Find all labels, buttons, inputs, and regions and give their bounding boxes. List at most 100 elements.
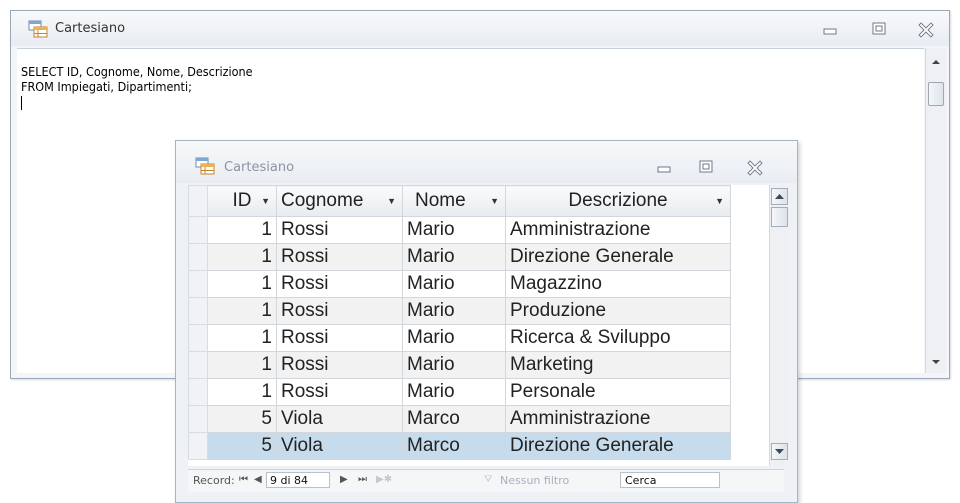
- row-selector[interactable]: [188, 243, 208, 271]
- last-record-icon[interactable]: ⏭: [358, 474, 367, 485]
- table-row[interactable]: 1 Rossi Mario Magazzino: [188, 270, 731, 298]
- cell-descrizione[interactable]: Direzione Generale: [505, 243, 731, 271]
- cell-cognome[interactable]: Rossi: [276, 270, 403, 298]
- cell-descrizione[interactable]: Amministrazione: [505, 216, 731, 244]
- dropdown-arrow-icon[interactable]: ▼: [387, 196, 396, 206]
- cell-nome[interactable]: Mario: [402, 216, 506, 244]
- close-icon[interactable]: [744, 157, 766, 177]
- cell-nome[interactable]: Mario: [402, 297, 506, 325]
- first-record-icon[interactable]: ⏮: [239, 474, 248, 485]
- sql-window-title: Cartesiano: [55, 21, 126, 36]
- cell-cognome[interactable]: Rossi: [276, 324, 403, 352]
- cell-nome[interactable]: Mario: [402, 243, 506, 271]
- cell-descrizione[interactable]: Marketing: [505, 351, 731, 379]
- cell-cognome[interactable]: Viola: [276, 432, 403, 460]
- sql-vertical-scrollbar[interactable]: [925, 48, 946, 373]
- maximize-icon[interactable]: [868, 19, 890, 39]
- cell-nome[interactable]: Marco: [402, 432, 506, 460]
- cell-id[interactable]: 1: [207, 243, 277, 271]
- cell-cognome[interactable]: Viola: [276, 405, 403, 433]
- scroll-down-icon[interactable]: [931, 358, 941, 366]
- cell-nome[interactable]: Mario: [402, 351, 506, 379]
- column-header-label: Nome: [415, 190, 466, 211]
- previous-record-icon[interactable]: ◀: [254, 474, 262, 485]
- query-icon: [28, 20, 48, 38]
- new-record-icon[interactable]: ▶✱: [376, 474, 392, 485]
- cell-descrizione[interactable]: Amministrazione: [505, 405, 731, 433]
- cell-cognome[interactable]: Rossi: [276, 243, 403, 271]
- next-record-icon[interactable]: ▶: [340, 474, 348, 485]
- filter-status[interactable]: Nessun filtro: [500, 474, 569, 487]
- text-caret: [21, 96, 22, 110]
- cell-id[interactable]: 1: [207, 351, 277, 379]
- minimize-icon[interactable]: [819, 19, 841, 39]
- table-row[interactable]: 1 Rossi Mario Direzione Generale: [188, 243, 731, 271]
- table-row[interactable]: 5 Viola Marco Amministrazione: [188, 405, 731, 433]
- row-selector[interactable]: [188, 378, 208, 406]
- cell-id[interactable]: 5: [207, 432, 277, 460]
- cell-descrizione[interactable]: Ricerca & Sviluppo: [505, 324, 731, 352]
- cell-id[interactable]: 1: [207, 297, 277, 325]
- cell-descrizione[interactable]: Personale: [505, 378, 731, 406]
- sql-window-title-bar[interactable]: Cartesiano: [11, 11, 949, 46]
- row-selector[interactable]: [188, 324, 208, 352]
- grid-vertical-scrollbar[interactable]: [769, 185, 789, 466]
- scroll-up-icon[interactable]: [931, 58, 941, 66]
- header-row: ID ▼ Cognome ▼ Nome ▼ Descrizione ▼: [188, 185, 731, 217]
- cell-cognome[interactable]: Rossi: [276, 378, 403, 406]
- table-row[interactable]: 1 Rossi Mario Ricerca & Sviluppo: [188, 324, 731, 352]
- search-input[interactable]: Cerca: [620, 472, 720, 488]
- sql-line: FROM Impiegati, Dipartimenti;: [21, 79, 192, 94]
- cell-id[interactable]: 1: [207, 216, 277, 244]
- column-header-nome[interactable]: Nome ▼: [402, 185, 506, 217]
- datasheet-grid: ID ▼ Cognome ▼ Nome ▼ Descrizione ▼ 1 Ro…: [188, 185, 784, 466]
- cell-id[interactable]: 1: [207, 378, 277, 406]
- cell-descrizione[interactable]: Magazzino: [505, 270, 731, 298]
- current-record-field[interactable]: 9 di 84: [266, 472, 330, 488]
- cell-descrizione[interactable]: Direzione Generale: [505, 432, 731, 460]
- table-row[interactable]: 1 Rossi Mario Amministrazione: [188, 216, 731, 244]
- cell-descrizione[interactable]: Produzione: [505, 297, 731, 325]
- cell-nome[interactable]: Marco: [402, 405, 506, 433]
- datasheet-table: ID ▼ Cognome ▼ Nome ▼ Descrizione ▼ 1 Ro…: [188, 185, 731, 460]
- row-selector[interactable]: [188, 405, 208, 433]
- row-selector[interactable]: [188, 432, 208, 460]
- column-header-descrizione[interactable]: Descrizione ▼: [505, 185, 731, 217]
- grid-scroll-thumb[interactable]: [771, 207, 788, 227]
- cell-cognome[interactable]: Rossi: [276, 297, 403, 325]
- table-row-current[interactable]: 5 Viola Marco Direzione Generale: [188, 432, 731, 460]
- minimize-icon[interactable]: [653, 157, 675, 177]
- cell-nome[interactable]: Mario: [402, 378, 506, 406]
- row-selector[interactable]: [188, 351, 208, 379]
- grid-scroll-up-button[interactable]: [771, 188, 788, 205]
- dropdown-arrow-icon[interactable]: ▼: [261, 196, 270, 206]
- column-header-label: Descrizione: [568, 190, 668, 211]
- table-row[interactable]: 1 Rossi Mario Personale: [188, 378, 731, 406]
- cell-id[interactable]: 1: [207, 324, 277, 352]
- column-header-cognome[interactable]: Cognome ▼: [276, 185, 403, 217]
- cell-nome[interactable]: Mario: [402, 270, 506, 298]
- cell-nome[interactable]: Mario: [402, 324, 506, 352]
- row-selector[interactable]: [188, 270, 208, 298]
- table-row[interactable]: 1 Rossi Mario Produzione: [188, 297, 731, 325]
- cell-id[interactable]: 1: [207, 270, 277, 298]
- maximize-icon[interactable]: [695, 157, 717, 177]
- close-icon[interactable]: [915, 19, 937, 39]
- cell-id[interactable]: 5: [207, 405, 277, 433]
- sql-line: SELECT ID, Cognome, Nome, Descrizione: [21, 64, 253, 79]
- row-selector[interactable]: [188, 297, 208, 325]
- table-row[interactable]: 1 Rossi Mario Marketing: [188, 351, 731, 379]
- datasheet-title-bar[interactable]: Cartesiano: [176, 141, 797, 183]
- column-header-id[interactable]: ID ▼: [207, 185, 277, 217]
- cell-cognome[interactable]: Rossi: [276, 216, 403, 244]
- scroll-thumb[interactable]: [928, 82, 944, 106]
- datasheet-title: Cartesiano: [224, 160, 295, 175]
- column-header-label: Cognome: [281, 190, 364, 211]
- grid-scroll-down-button[interactable]: [771, 443, 788, 460]
- row-selector[interactable]: [188, 216, 208, 244]
- filter-icon[interactable]: ⛛: [484, 474, 492, 485]
- dropdown-arrow-icon[interactable]: ▼: [490, 196, 499, 206]
- dropdown-arrow-icon[interactable]: ▼: [715, 196, 724, 206]
- cell-cognome[interactable]: Rossi: [276, 351, 403, 379]
- select-all-corner[interactable]: [188, 185, 208, 217]
